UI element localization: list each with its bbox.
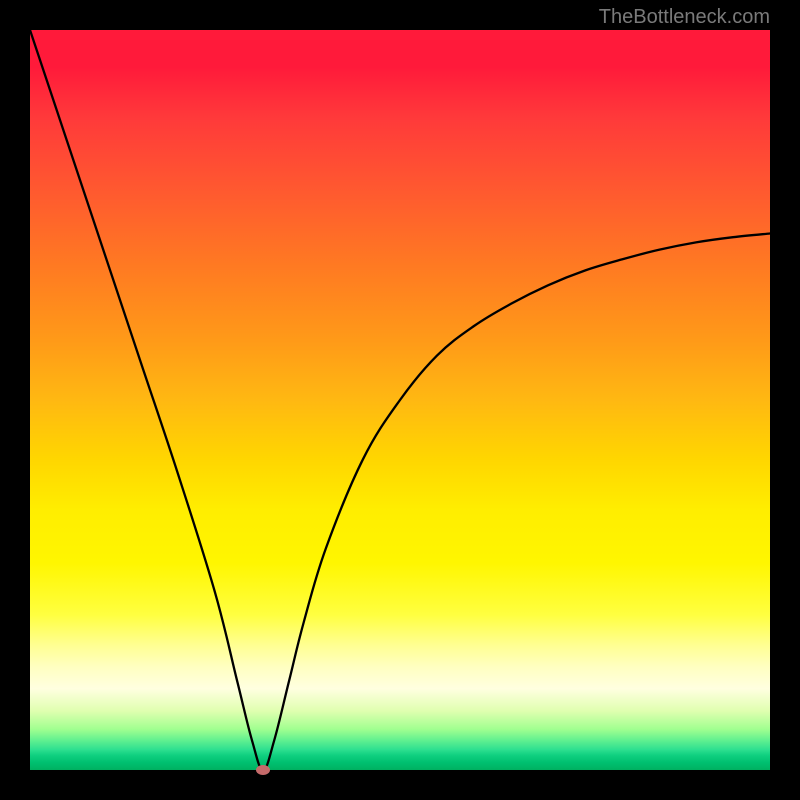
chart-frame: TheBottleneck.com [0, 0, 800, 800]
attribution-text: TheBottleneck.com [599, 6, 770, 29]
bottleneck-curve [30, 30, 770, 770]
curve-layer [30, 30, 770, 770]
plot-area [30, 30, 770, 770]
optimal-point-marker [256, 765, 270, 775]
